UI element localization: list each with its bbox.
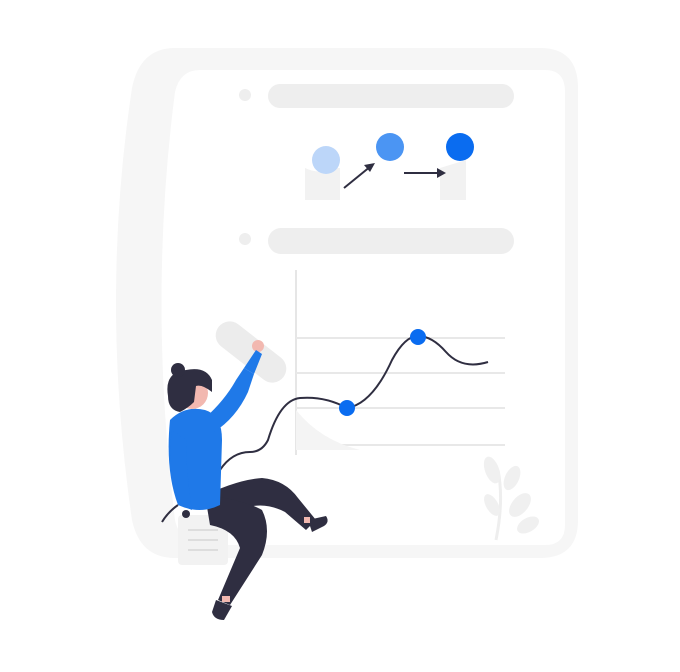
chart-point: [339, 400, 355, 416]
header-row: [239, 84, 514, 108]
section-pill: [268, 228, 514, 254]
section-row: [239, 228, 514, 254]
illustration-stage: [0, 0, 680, 672]
analytics-illustration: [116, 48, 578, 620]
progress-dot-mid-icon: [376, 133, 404, 161]
progress-dot-dark-icon: [446, 133, 474, 161]
section-bullet: [239, 233, 251, 245]
chart-point: [410, 329, 426, 345]
progress-dot-light-icon: [312, 146, 340, 174]
person-hand: [252, 340, 264, 352]
header-pill: [268, 84, 514, 108]
header-bullet: [239, 89, 251, 101]
